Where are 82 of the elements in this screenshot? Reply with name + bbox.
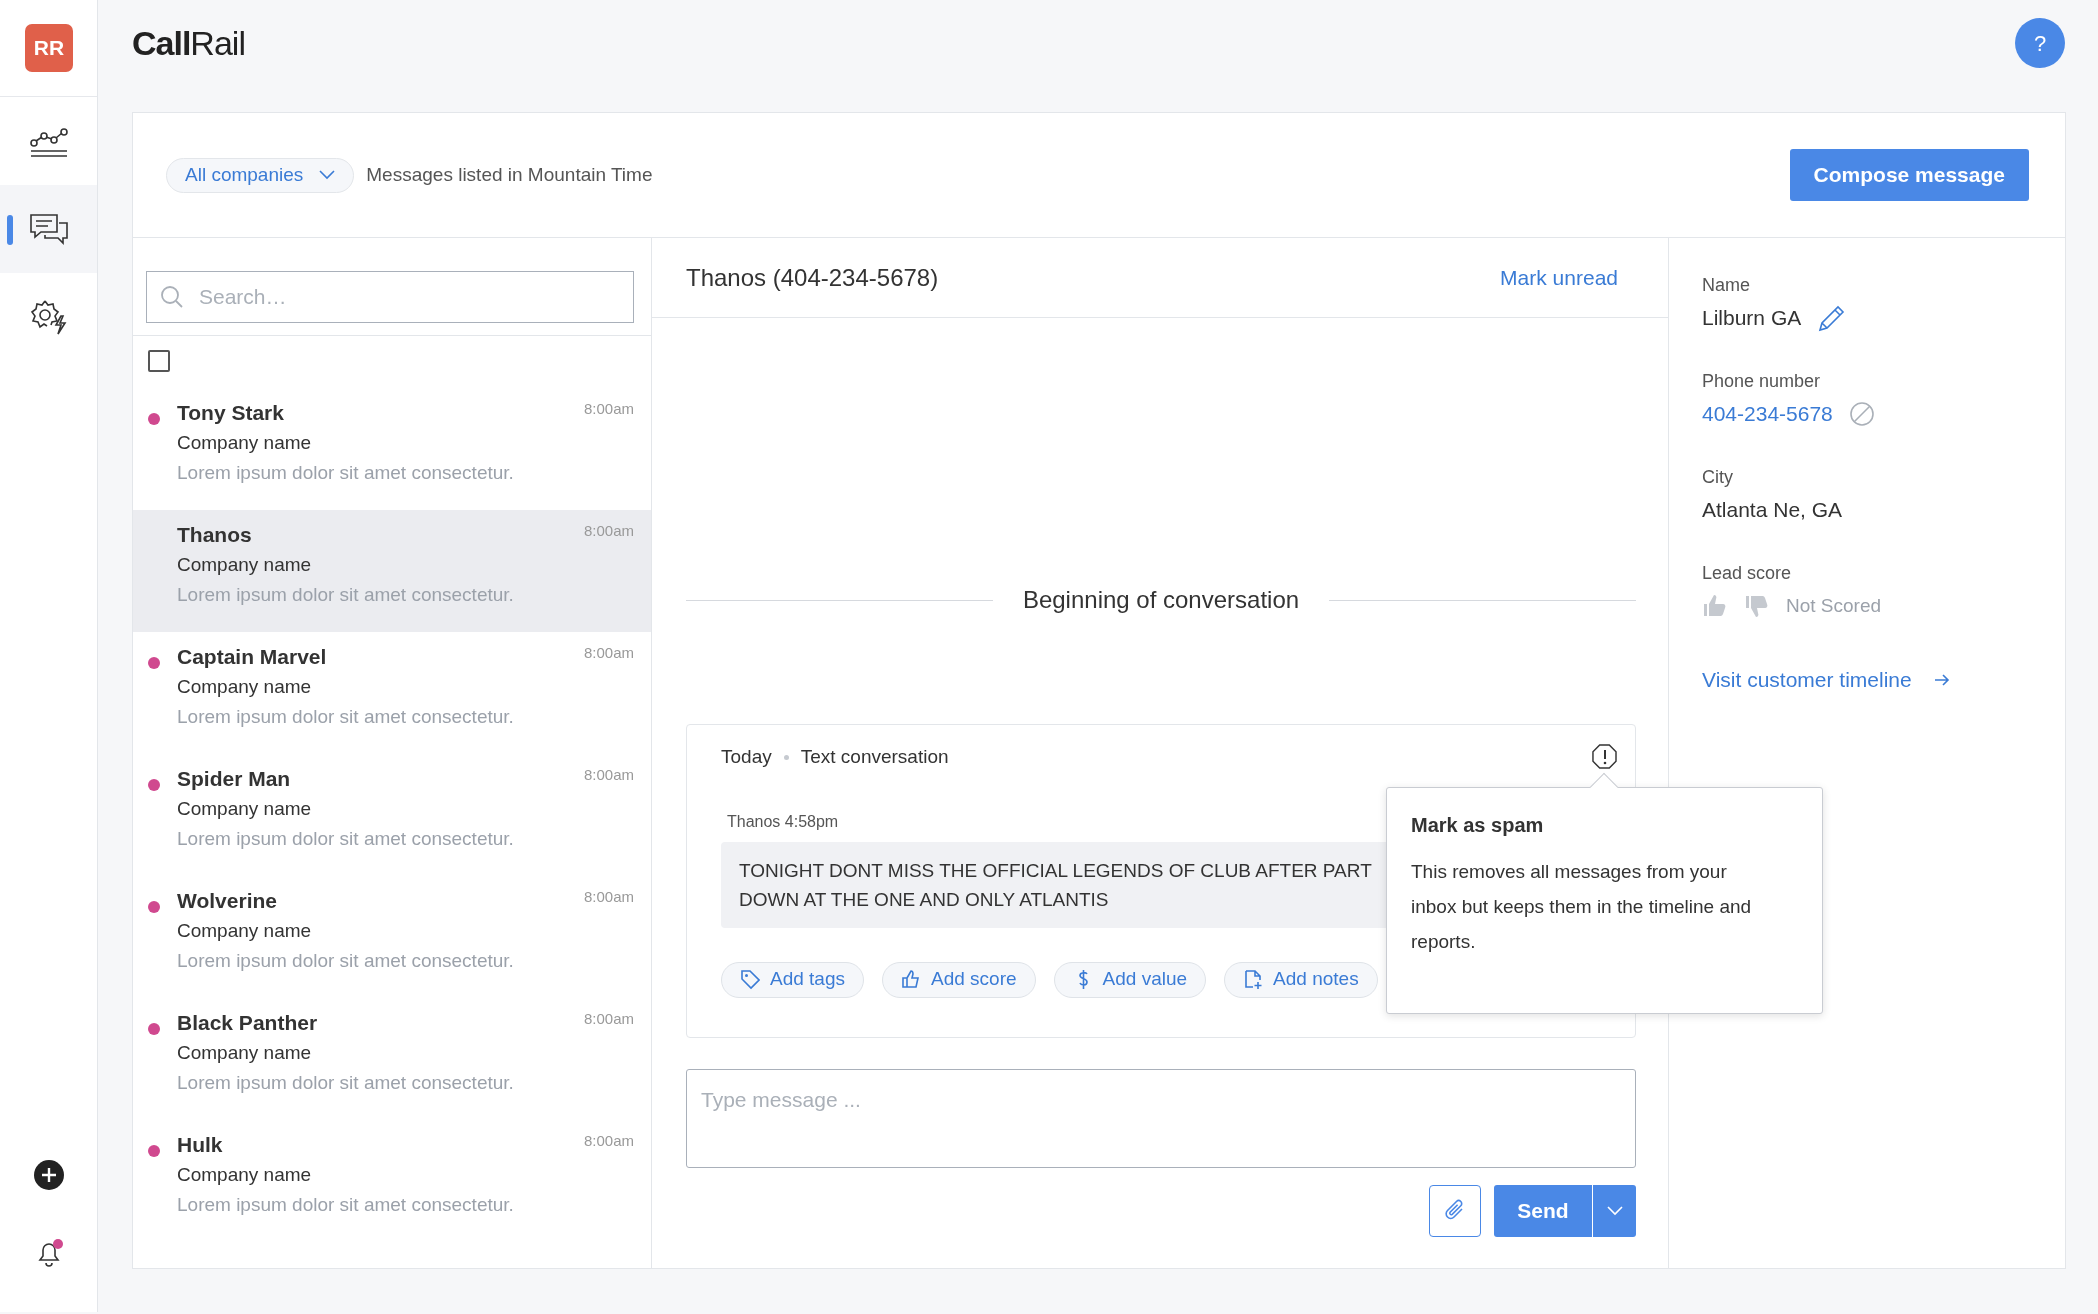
conversation-title: Thanos (404-234-5678) <box>686 262 939 293</box>
caret-icon <box>1606 1206 1623 1216</box>
mark-unread-link[interactable]: Mark unread <box>1500 261 1618 294</box>
account-avatar[interactable]: RR <box>25 24 73 72</box>
sender-timestamp: Thanos 4:58pm <box>727 812 839 830</box>
action-pill[interactable]: Add notes <box>1224 961 1378 998</box>
company-name: Company name <box>177 554 312 575</box>
message-time: 8:00am <box>583 643 634 663</box>
message-time: 8:00am <box>583 521 634 541</box>
contact-name: Captain Marvel <box>177 644 327 670</box>
conversation-item[interactable]: Spider Man 8:00am Company name Lorem ipsum dolor sit amet consectetur. <box>133 754 651 876</box>
compose-message-button[interactable]: Compose message <box>1789 149 2029 201</box>
conversation-item[interactable]: Thanos 8:00am Company name Lorem ipsum dolor sit amet consectetur. <box>133 510 651 632</box>
tooltip-title: Mark as spam <box>1411 813 1545 838</box>
action-pill[interactable]: Add value <box>1053 961 1207 998</box>
chevron-down-icon <box>319 170 336 180</box>
conversation-item[interactable]: Wolverine 8:00am Company name Lorem ipsum dolor sit amet consectetur. <box>133 876 651 998</box>
tag-icon <box>740 969 760 990</box>
send-options-button[interactable] <box>1592 1185 1636 1237</box>
conversation-type: Text conversation <box>800 745 949 769</box>
gear-lightning-icon <box>28 298 69 336</box>
alert-icon[interactable] <box>1592 744 1618 771</box>
contact-name: Spider Man <box>177 766 291 792</box>
conversation-item[interactable]: Black Panther 8:00am Company name Lorem ipsum dolor sit amet consectetur. <box>133 998 651 1120</box>
callrail-logo: CallRail <box>132 22 245 64</box>
message-time: 8:00am <box>583 399 634 419</box>
contact-name: Wolverine <box>177 888 277 914</box>
phone-link[interactable]: 404-234-5678 <box>1702 396 1833 432</box>
action-pill[interactable]: Add score <box>882 961 1036 998</box>
field-label: Phone number <box>1702 371 1821 391</box>
note-add-icon <box>1243 969 1264 990</box>
contact-name: Thanos <box>177 522 252 548</box>
field-label: Name <box>1702 275 1750 295</box>
company-name: Company name <box>177 1164 312 1185</box>
contact-name: Hulk <box>177 1132 223 1158</box>
contact-name: Black Panther <box>177 1010 318 1036</box>
message-preview: Lorem ipsum dolor sit amet consectetur. <box>177 706 514 727</box>
message-time: 8:00am <box>583 1131 634 1151</box>
conversation-item[interactable]: Captain Marvel 8:00am Company name Lorem ipsum dolor sit amet consectetur. <box>133 632 651 754</box>
attach-button[interactable] <box>1429 1185 1481 1237</box>
message-preview: Lorem ipsum dolor sit amet consectetur. <box>177 584 514 605</box>
send-button[interactable]: Send <box>1494 1185 1592 1237</box>
conversation-item[interactable]: Tony Stark 8:00am Company name Lorem ipsum dolor sit amet consectetur. <box>133 388 651 510</box>
field-value: Lilburn GA <box>1702 305 1802 331</box>
thumbs-down-icon[interactable] <box>1744 593 1770 619</box>
day-label: Today <box>721 745 772 769</box>
message-input[interactable]: Type message ... <box>686 1069 1636 1168</box>
message-preview: Lorem ipsum dolor sit amet consectetur. <box>177 950 514 971</box>
customer-timeline-link[interactable]: Visit customer timeline <box>1702 664 1912 696</box>
search-icon <box>160 285 184 309</box>
lead-score-status: Not Scored <box>1786 594 1882 618</box>
message-preview: Lorem ipsum dolor sit amet consectetur. <box>177 1194 514 1215</box>
field-label: City <box>1702 467 1733 487</box>
help-button[interactable]: ? <box>2015 18 2065 68</box>
arrow-right-icon[interactable] <box>1933 672 1950 687</box>
timezone-note: Messages listed in Mountain Time <box>366 162 653 187</box>
message-preview: Lorem ipsum dolor sit amet consectetur. <box>177 462 514 483</box>
select-all-checkbox[interactable] <box>148 350 170 372</box>
conversation-start-label: Beginning of conversation <box>1022 585 1300 615</box>
message-preview: Lorem ipsum dolor sit amet consectetur. <box>177 1072 514 1093</box>
thumbs-up-icon <box>901 969 921 990</box>
conversation-item[interactable]: Hulk 8:00am Company name Lorem ipsum dolor sit amet consectetur. <box>133 1120 651 1242</box>
message-preview: Lorem ipsum dolor sit amet consectetur. <box>177 828 514 849</box>
nav-item[interactable] <box>0 185 97 273</box>
add-icon[interactable] <box>33 1160 64 1190</box>
thumbs-up-icon[interactable] <box>1702 593 1728 619</box>
company-name: Company name <box>177 920 312 941</box>
company-filter-dropdown[interactable]: All companies <box>166 157 355 193</box>
contact-name: Tony Stark <box>177 400 284 426</box>
message-time: 8:00am <box>583 887 634 907</box>
company-name: Company name <box>177 1042 312 1063</box>
message-time: 8:00am <box>583 1009 634 1029</box>
field-value: Atlanta Ne, GA <box>1702 497 1843 523</box>
separator-dot <box>783 754 789 760</box>
message-time: 8:00am <box>583 765 634 785</box>
search-field[interactable]: Search… <box>146 271 634 323</box>
company-name: Company name <box>177 432 312 453</box>
company-name: Company name <box>177 798 312 819</box>
company-name: Company name <box>177 676 312 697</box>
action-pill[interactable]: Add tags <box>721 961 864 998</box>
chat-bubbles-icon <box>28 213 69 245</box>
field-label: Lead score <box>1702 563 1792 583</box>
